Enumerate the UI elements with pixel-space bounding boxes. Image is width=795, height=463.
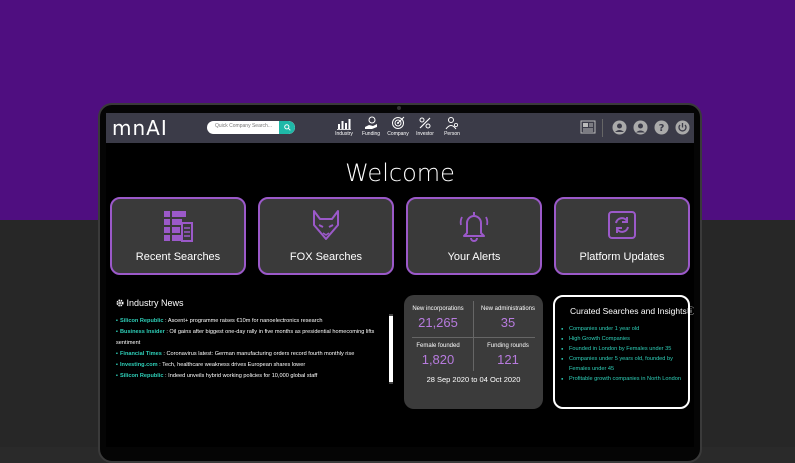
industry-news-heading: Industry News (116, 298, 184, 308)
app-screen: mnAI Quick Company Search... Industry Fu… (106, 113, 694, 447)
nav-company[interactable]: Company (385, 116, 411, 137)
news-item[interactable]: ▪ Silicon Republic : Indeed unveils hybri… (116, 371, 381, 382)
nav-person-label: Person (444, 131, 460, 137)
stats-panel: New incorporations 21,265 New administra… (404, 295, 543, 409)
top-bar: mnAI Quick Company Search... Industry Fu… (106, 113, 694, 143)
your-alerts-card[interactable]: Your Alerts (406, 197, 542, 275)
news-item[interactable]: ▪ Business Insider : Oil gains after bigg… (116, 327, 381, 349)
curated-item[interactable]: Companies under 5 years old, founded by … (561, 354, 686, 374)
curated-list: Companies under 1 year old High Growth C… (561, 324, 686, 384)
stats-date-range: 28 Sep 2020 to 04 Oct 2020 (426, 375, 521, 384)
news-item[interactable]: ▪ Financial Times : Coronavirus latest: G… (116, 349, 381, 360)
newspaper-icon[interactable] (580, 120, 596, 134)
person-search-icon (445, 117, 458, 130)
curated-searches-panel: Curated Searches and Insightsⓘ Companies… (553, 295, 694, 409)
industry-news-list: ▪ Silicon Republic : Ascent+ programme ra… (116, 316, 381, 382)
news-item[interactable]: ▪ Investing.com : Tech, healthcare weakne… (116, 360, 381, 371)
stat-new-incorporations: New incorporations 21,265 (412, 306, 464, 330)
stat-funding-rounds: Funding rounds 121 (487, 343, 529, 367)
user-icon[interactable] (633, 120, 648, 135)
nav-industry[interactable]: Industry (331, 116, 357, 137)
industry-news-title: Industry News (126, 298, 184, 308)
news-item[interactable]: ▪ Silicon Republic : Ascent+ programme ra… (116, 316, 381, 327)
support-icon[interactable] (612, 120, 627, 135)
your-alerts-label: Your Alerts (447, 251, 501, 263)
search-input[interactable]: Quick Company Search... (207, 121, 295, 134)
stat-new-administrations: New administrations 35 (480, 306, 536, 330)
platform-updates-card[interactable]: Platform Updates (554, 197, 690, 275)
svg-text:?: ? (659, 123, 665, 134)
fox-icon (313, 210, 339, 240)
power-icon[interactable] (675, 120, 690, 135)
help-icon[interactable]: ? (654, 120, 669, 135)
search-button[interactable] (279, 121, 295, 134)
nav-investor-label: Investor (416, 131, 434, 137)
hand-money-icon (365, 116, 377, 129)
investor-icon (419, 117, 431, 129)
platform-updates-label: Platform Updates (579, 251, 665, 263)
news-scrollbar[interactable] (389, 314, 393, 384)
logo[interactable]: mnAI (112, 116, 168, 140)
news-scrollbar-thumb[interactable] (389, 316, 393, 382)
info-icon[interactable]: ⓘ (687, 306, 694, 316)
fox-searches-card[interactable]: FOX Searches (258, 197, 394, 275)
nav-funding[interactable]: Funding (358, 116, 384, 137)
search-placeholder: Quick Company Search... (215, 123, 272, 129)
gear-icon (116, 299, 124, 307)
refresh-icon (608, 211, 636, 239)
nav-company-label: Company (387, 131, 409, 137)
curated-item[interactable]: High Growth Companies (561, 334, 686, 344)
nav-person[interactable]: Person (439, 116, 465, 137)
nav-funding-label: Funding (361, 131, 381, 137)
page-title: Welcome (345, 159, 455, 187)
camera-icon (397, 106, 401, 110)
nav-industry-label: Industry (335, 131, 353, 137)
curated-item[interactable]: Companies under 1 year old (561, 324, 686, 334)
fox-searches-label: FOX Searches (289, 251, 363, 263)
stat-female-founded: Female founded 1,820 (416, 343, 460, 367)
curated-item[interactable]: Founded in London by Females under 35 (561, 344, 686, 354)
recent-searches-label: Recent Searches (135, 251, 221, 263)
list-icon (164, 211, 193, 242)
stats-divider-horizontal (412, 337, 535, 338)
nav-investor[interactable]: Investor (412, 116, 438, 137)
bar-chart-icon (337, 119, 351, 130)
target-icon (392, 116, 405, 129)
search-icon (283, 124, 291, 131)
header-divider (602, 119, 603, 137)
recent-searches-card[interactable]: Recent Searches (110, 197, 246, 275)
curated-item[interactable]: Profitable growth companies in North Lon… (561, 374, 686, 384)
curated-title: Curated Searches and Insightsⓘ (570, 306, 694, 316)
bell-icon (459, 212, 489, 242)
